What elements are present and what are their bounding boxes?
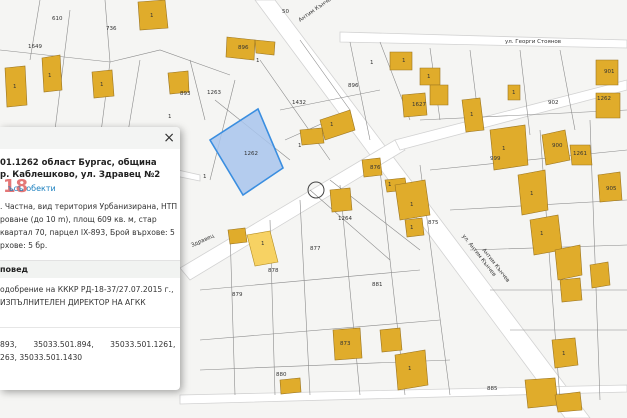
- parcel-label: 1: [100, 82, 104, 88]
- parcel-label: 1627: [412, 102, 426, 108]
- objects-link[interactable]: ъсъ обекти: [8, 184, 56, 193]
- parcel-label: 999: [490, 156, 501, 162]
- parcel-label: 877: [310, 246, 321, 252]
- related-parcel-link[interactable]: 263, 35033.501.1430: [0, 351, 82, 364]
- parcel-label: 1: [298, 143, 302, 149]
- parcel-label: 873: [340, 341, 351, 347]
- parcel-label: 1: [410, 225, 414, 231]
- parcel-label: 1262: [597, 96, 611, 102]
- parcel-label: 880: [276, 372, 287, 378]
- parcel-label: 1: [13, 84, 17, 90]
- parcel-label: 893: [180, 91, 191, 97]
- parcel-label: 1: [168, 114, 172, 120]
- parcel-label: 1: [150, 13, 154, 19]
- order-line: одобрение на КККР РД-18-37/27.07.2015 г.…: [0, 285, 174, 294]
- parcel-label: 1: [512, 90, 516, 96]
- parcel-label: 1: [370, 60, 374, 66]
- parcel-label: 1: [530, 191, 534, 197]
- parcel-label: 1: [427, 74, 431, 80]
- parcel-label: 902: [548, 100, 559, 106]
- parcel-label: 905: [606, 186, 617, 192]
- parcel-label: 1: [562, 351, 566, 357]
- popup-tools: 18 ъсъ обекти: [0, 176, 180, 198]
- parcel-label: 1: [470, 112, 474, 118]
- parcel-label: 1432: [292, 100, 306, 106]
- parcel-label: 1: [502, 146, 506, 152]
- desc-line: рхове: 5 бр.: [0, 241, 48, 250]
- related-parcel-link[interactable]: 893,: [0, 338, 17, 351]
- popup-header: [0, 127, 180, 149]
- order-line: ИЗПЪЛНИТЕЛЕН ДИРЕКТОР НА АГКК: [0, 298, 146, 307]
- desc-line: роване (до 10 m), площ 609 кв. м, стар: [0, 215, 157, 224]
- parcel-label: 1264: [338, 216, 352, 222]
- parcel-label: 885: [487, 386, 498, 392]
- parcel-label: 876: [370, 165, 381, 171]
- parcel-label: 1: [203, 174, 207, 180]
- parcel-label: 1261: [573, 151, 587, 157]
- parcel-label: 610: [52, 16, 63, 22]
- parcel-label: 1: [330, 122, 334, 128]
- related-parcel-link[interactable]: 35033.501.894,: [33, 338, 93, 351]
- parcel-label: 1: [402, 58, 406, 64]
- parcel-label: 1: [410, 202, 414, 208]
- parcel-label: 1: [256, 58, 260, 64]
- related-parcel-link[interactable]: 35033.501.1261,: [110, 338, 175, 351]
- parcel-label: 1: [48, 73, 52, 79]
- parcel-label: 901: [604, 69, 615, 75]
- street-label-georgi: ул. Георги Стоянов: [505, 39, 561, 45]
- popup-description: . Частна, вид територия Урбанизирана, НТ…: [0, 200, 180, 252]
- close-icon[interactable]: ×: [163, 130, 175, 146]
- parcel-label: 1649: [28, 44, 42, 50]
- popup-title-line1: 01.1262 област Бургас, община: [0, 158, 157, 168]
- section-title: повед: [0, 260, 180, 278]
- parcel-label: 900: [552, 143, 563, 149]
- parcel-label: 881: [372, 282, 383, 288]
- parcel-label: 1: [540, 231, 544, 237]
- parcel-label: 1262: [244, 151, 258, 157]
- parcel-label: 736: [106, 26, 117, 32]
- parcel-label: 879: [232, 292, 243, 298]
- desc-line: . Частна, вид територия Урбанизирана, НТ…: [0, 202, 178, 211]
- parcel-label: 875: [428, 220, 439, 226]
- related-parcels: 893, 35033.501.894, 35033.501.1261, 263,…: [0, 338, 180, 364]
- popup-order: одобрение на КККР РД-18-37/27.07.2015 г.…: [0, 283, 180, 309]
- parcel-label: 878: [268, 268, 279, 274]
- parcel-label: 896: [348, 83, 359, 89]
- parcel-label: 896: [238, 45, 249, 51]
- divider: [0, 327, 180, 328]
- desc-line: квартал 70, парцел IX-893, Брой върхове:…: [0, 228, 175, 237]
- parcel-label: 1: [408, 366, 412, 372]
- street-label-top-number: 50: [282, 9, 289, 15]
- parcel-label: 1: [388, 182, 392, 188]
- parcel-info-popup: × 01.1262 област Бургас, община р. Кабле…: [0, 127, 180, 390]
- parcel-label: 1263: [207, 90, 221, 96]
- parcel-label: 1: [261, 241, 265, 247]
